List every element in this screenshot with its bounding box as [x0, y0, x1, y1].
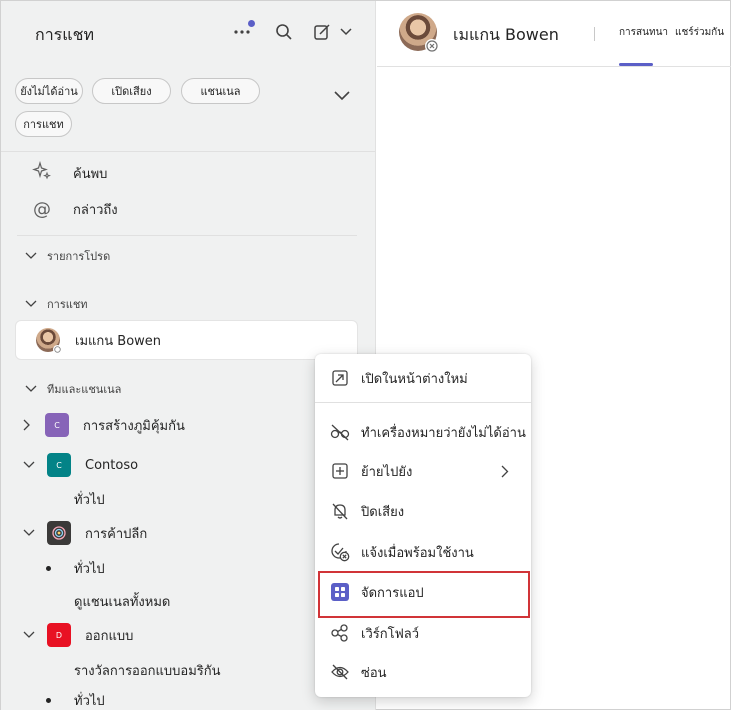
filter-unread[interactable]: ยังไม่ได้อ่าน — [15, 78, 83, 104]
menu-item-label: แจ้งเมื่อพร้อมใช้งาน — [361, 545, 474, 561]
notification-dot — [248, 20, 255, 27]
team-tile: D — [47, 623, 71, 647]
team-name: Contoso — [85, 457, 139, 473]
team-tile: C — [47, 453, 71, 477]
mute-bell-icon — [329, 500, 351, 522]
section-teams[interactable]: ทีมและแชนเนล — [25, 380, 121, 398]
section-teams-label: ทีมและแชนเนล — [47, 383, 122, 396]
section-chats[interactable]: การแชท — [25, 295, 88, 313]
nav-discover-label: ค้นพบ — [73, 167, 108, 182]
search-icon[interactable] — [271, 19, 297, 45]
channel-item[interactable]: ทั่วไป — [74, 489, 105, 510]
notify-available-icon — [329, 541, 351, 563]
active-tab-indicator — [619, 63, 653, 66]
hide-icon — [329, 661, 351, 683]
team-name: ออกแบบ — [85, 628, 134, 644]
nav-discover[interactable]: ค้นพบ — [31, 160, 108, 186]
avatar — [399, 13, 439, 53]
sparkle-icon — [31, 160, 53, 186]
filters-divider — [1, 151, 375, 152]
nav-mentions[interactable]: @ กล่าวถึง — [31, 199, 118, 220]
presence-offline-icon — [53, 345, 62, 354]
globe-icon — [52, 526, 66, 540]
menu-item-label: ทำเครื่องหมายว่ายังไม่ได้อ่าน — [361, 425, 526, 441]
team-item[interactable]: D ออกแบบ — [23, 623, 133, 647]
chevron-down-icon — [23, 631, 35, 638]
team-tile: C — [45, 413, 69, 437]
menu-item-mute[interactable]: ปิดเสียง — [315, 495, 531, 527]
presence-offline-icon — [425, 39, 439, 53]
more-options-icon[interactable] — [229, 19, 255, 45]
menu-item-label: เปิดในหน้าต่างใหม่ — [361, 371, 468, 387]
menu-separator — [315, 402, 531, 403]
menu-item-hide[interactable]: ซ่อน — [315, 656, 531, 688]
move-to-icon — [329, 460, 351, 482]
menu-item-notify-available[interactable]: แจ้งเมื่อพร้อมใช้งาน — [315, 536, 531, 568]
menu-item-move-to[interactable]: ย้ายไปยัง — [315, 455, 531, 487]
header-divider — [594, 27, 595, 41]
menu-item-workflow[interactable]: เวิร์กโฟลว์ — [315, 617, 531, 649]
team-name: การสร้างภูมิคุ้มกัน — [83, 418, 185, 434]
chevron-down-icon — [25, 300, 37, 307]
unread-bullet — [46, 698, 51, 703]
unread-bullet — [46, 566, 51, 571]
at-icon: @ — [33, 199, 51, 220]
chevron-right-icon — [501, 465, 509, 478]
avatar — [36, 328, 62, 354]
filter-channels[interactable]: แชนเนล — [181, 78, 260, 104]
team-name: การค้าปลีก — [85, 526, 148, 542]
see-all-channels[interactable]: ดูแชนเนลทั้งหมด — [74, 591, 170, 612]
section-favorites-label: รายการโปรด — [47, 250, 111, 263]
menu-item-label: ปิดเสียง — [361, 504, 405, 520]
chevron-down-icon — [25, 385, 37, 392]
chat-title: เมแกน Bowen — [453, 25, 559, 44]
channel-item[interactable]: ทั่วไป — [74, 558, 105, 579]
menu-item-label: ซ่อน — [361, 665, 387, 681]
team-tile — [47, 521, 71, 545]
open-new-window-icon — [329, 367, 351, 389]
chevron-down-icon — [23, 529, 35, 536]
workflow-icon — [329, 622, 351, 644]
new-chat-icon[interactable] — [309, 19, 335, 45]
team-item[interactable]: C Contoso — [23, 453, 138, 477]
channel-item[interactable]: ทั่วไป — [74, 690, 105, 710]
sidebar-title: การแชท — [35, 25, 94, 44]
filter-muted[interactable]: เปิดเสียง — [92, 78, 171, 104]
nav-divider — [17, 235, 357, 236]
menu-item-label: เวิร์กโฟลว์ — [361, 626, 420, 642]
chevron-down-icon[interactable] — [333, 19, 359, 45]
tab-shared[interactable]: แชร์ร่วมกัน — [675, 25, 724, 40]
mark-unread-icon — [329, 421, 351, 443]
chat-list-item[interactable]: เมแกน Bowen — [15, 320, 358, 360]
team-item[interactable]: C การสร้างภูมิคุ้มกัน — [23, 413, 185, 437]
channel-item[interactable]: รางวัลการออกแบบอมริกัน — [74, 660, 221, 681]
menu-item-mark-unread[interactable]: ทำเครื่องหมายว่ายังไม่ได้อ่าน — [315, 416, 531, 448]
expand-filters-icon[interactable] — [330, 83, 354, 107]
menu-item-label: ย้ายไปยัง — [361, 464, 413, 480]
nav-mentions-label: กล่าวถึง — [73, 203, 118, 218]
context-menu: เปิดในหน้าต่างใหม่ ทำเครื่องหมายว่ายังไม… — [315, 354, 531, 697]
team-item[interactable]: การค้าปลีก — [23, 521, 147, 545]
chat-item-name: เมแกน Bowen — [75, 333, 162, 349]
chevron-down-icon — [23, 461, 35, 468]
chevron-right-icon — [23, 419, 30, 431]
section-favorites[interactable]: รายการโปรด — [25, 247, 110, 265]
tab-chat[interactable]: การสนทนา — [619, 25, 668, 40]
highlight-box — [318, 571, 530, 618]
chevron-down-icon — [25, 252, 37, 259]
menu-item-open-new-window[interactable]: เปิดในหน้าต่างใหม่ — [315, 362, 531, 394]
chat-header: เมแกน Bowen การสนทนา แชร์ร่วมกัน — [377, 1, 731, 67]
section-chats-label: การแชท — [47, 298, 88, 311]
filter-chats[interactable]: การแชท — [15, 111, 72, 137]
